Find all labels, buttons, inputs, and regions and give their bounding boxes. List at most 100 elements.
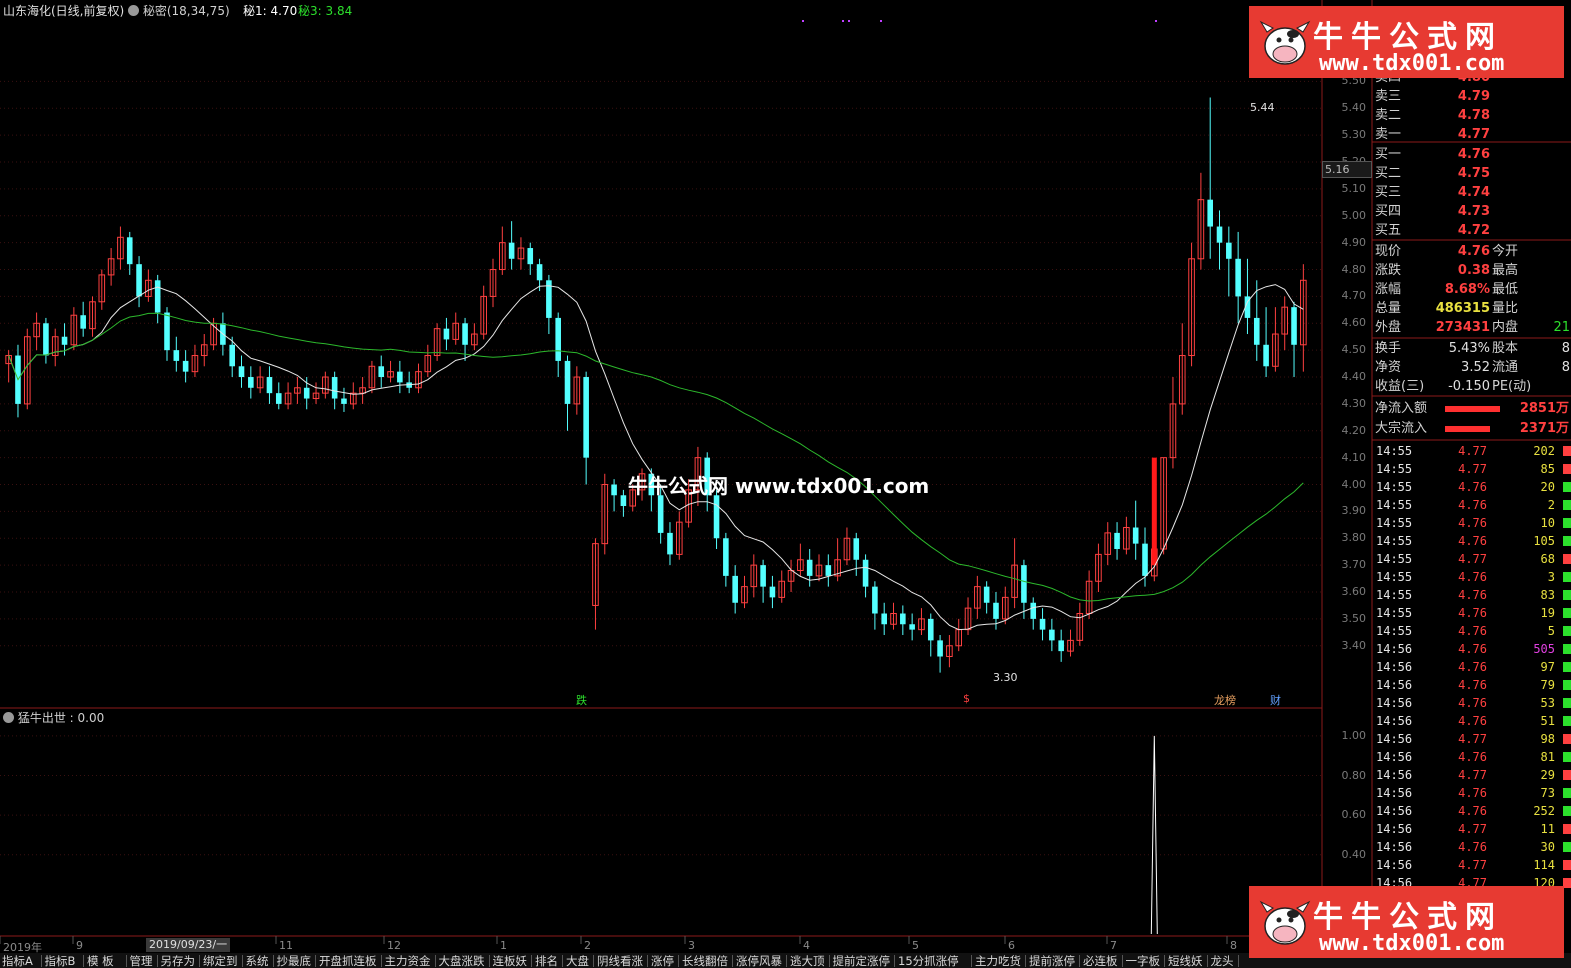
tick-row: 14:56 4.76 97 xyxy=(1376,658,1571,676)
tick-price: 4.76 xyxy=(1458,660,1487,674)
tick-time: 14:55 xyxy=(1376,498,1413,512)
event-marker-die[interactable]: 跌 xyxy=(576,692,587,708)
date-tick-label: 1 xyxy=(500,939,507,952)
candle-body xyxy=(126,237,133,265)
formula-tab[interactable]: 必连板 xyxy=(1083,954,1118,968)
stat-label: 净资 xyxy=(1375,360,1402,375)
tick-direction-icon xyxy=(1563,860,1571,870)
quote-label-2: 量比 xyxy=(1492,301,1519,316)
tick-volume: 20 xyxy=(1540,480,1555,494)
tab-separator xyxy=(1164,955,1165,967)
stat-row: 换手 5.43% 股本 8 xyxy=(1375,340,1571,358)
tick-time: 14:56 xyxy=(1376,696,1413,710)
tick-time: 14:56 xyxy=(1376,822,1413,836)
formula-tab[interactable]: 连板妖 xyxy=(493,954,528,968)
tick-row: 14:55 4.76 105 xyxy=(1376,532,1571,550)
formula-tab[interactable]: 主力吃货 xyxy=(975,954,1021,968)
formula-tab[interactable]: 排名 xyxy=(535,954,558,968)
tick-row: 14:56 4.76 51 xyxy=(1376,712,1571,730)
tick-time: 14:56 xyxy=(1376,714,1413,728)
formula-tab[interactable]: 管理 xyxy=(130,954,153,968)
brand-banner-top: 牛牛公式网 www.tdx001.com xyxy=(1249,6,1564,78)
quote-value-2: 21 xyxy=(1553,320,1570,335)
tick-time: 14:56 xyxy=(1376,732,1413,746)
tick-volume: 85 xyxy=(1540,462,1555,476)
sub-indicator-header[interactable]: 猛牛出世 : 0.00 xyxy=(3,709,104,726)
formula-tab[interactable]: 提前涨停 xyxy=(1029,954,1075,968)
candle-body xyxy=(1049,629,1055,641)
formula-tab[interactable]: 阴线看涨 xyxy=(597,954,643,968)
formula-tab[interactable]: 抄最底 xyxy=(277,954,312,968)
price-tick-label: 3.80 xyxy=(1341,531,1367,545)
bid-row: 买二 4.75 xyxy=(1375,165,1571,183)
price-tick-label: 5.40 xyxy=(1341,101,1367,115)
event-marker-bang[interactable]: 龙榜 xyxy=(1214,692,1236,708)
tab-separator xyxy=(272,955,274,967)
ask-row: 卖三 4.79 xyxy=(1375,88,1571,106)
formula-tab[interactable]: 指标B xyxy=(45,954,76,968)
formula-tab[interactable]: 大盘涨跌 xyxy=(439,954,485,968)
formula-tab[interactable]: 模 板 xyxy=(87,954,114,968)
tick-price: 4.76 xyxy=(1458,570,1487,584)
tab-separator xyxy=(199,955,200,967)
candle-body xyxy=(1216,226,1223,243)
quote-row: 涨跌 0.38 最高 xyxy=(1375,262,1571,280)
price-tick-label: 3.50 xyxy=(1341,611,1367,625)
candle-body xyxy=(657,495,664,533)
tab-separator xyxy=(1206,955,1208,967)
tick-volume: 51 xyxy=(1540,714,1555,728)
stat-label: 收益(三) xyxy=(1375,379,1425,394)
formula-tab[interactable]: 涨停风暴 xyxy=(736,954,782,968)
formula-tab[interactable]: 长线翻倍 xyxy=(682,954,728,968)
ask-price: 4.79 xyxy=(1457,89,1490,104)
sub-indicator-dropdown-icon[interactable] xyxy=(3,712,14,723)
date-tick-label: 7 xyxy=(1110,939,1117,952)
tick-row: 14:55 4.77 68 xyxy=(1376,550,1571,568)
price-tick-label: 4.20 xyxy=(1341,423,1367,437)
formula-tab[interactable]: 另存为 xyxy=(161,954,196,968)
quote-label: 现价 xyxy=(1375,244,1402,259)
formula-tab[interactable]: 涨停 xyxy=(651,954,674,968)
bid-label: 买二 xyxy=(1375,166,1402,181)
event-marker-cai[interactable]: 财 xyxy=(1270,692,1281,708)
formula-tab[interactable]: 逃大顶 xyxy=(790,954,825,968)
candle-body xyxy=(164,312,170,351)
tick-direction-icon xyxy=(1563,788,1571,798)
formula-tab[interactable]: 大盘 xyxy=(566,954,589,968)
tick-time: 14:56 xyxy=(1376,858,1413,872)
stat-value-2: 8 xyxy=(1561,360,1570,375)
formula-tab[interactable]: 15分抓涨停 xyxy=(898,954,959,968)
top-signal-dot xyxy=(842,20,844,22)
tick-row: 14:56 4.76 505 xyxy=(1376,640,1571,658)
tick-time: 14:56 xyxy=(1376,768,1413,782)
formula-tab[interactable]: 主力资金 xyxy=(385,954,431,968)
tick-row: 14:55 4.77 202 xyxy=(1376,442,1571,460)
tick-direction-icon xyxy=(1563,608,1571,618)
bid-price: 4.72 xyxy=(1457,223,1490,238)
candle-body xyxy=(443,328,450,340)
tick-direction-icon xyxy=(1563,626,1571,636)
candle-body xyxy=(43,323,49,356)
formula-tab[interactable]: 提前定涨停 xyxy=(833,954,891,968)
formula-tab[interactable]: 系统 xyxy=(246,954,269,968)
stat-label: 换手 xyxy=(1375,341,1402,356)
tick-price: 4.76 xyxy=(1458,624,1487,638)
candle-body xyxy=(154,280,161,313)
tick-price: 4.76 xyxy=(1458,786,1487,800)
top-signal-dot xyxy=(880,20,882,22)
quote-value: 4.76 xyxy=(1457,244,1490,259)
formula-tab[interactable]: 开盘抓连板 xyxy=(319,954,377,968)
flow-value: 2851万 xyxy=(1519,401,1569,416)
formula-tab[interactable]: 绑定到 xyxy=(203,954,238,968)
tick-direction-icon xyxy=(1563,680,1571,690)
tick-row: 14:55 4.76 5 xyxy=(1376,622,1571,640)
formula-tab[interactable]: 短线妖 xyxy=(1168,954,1203,968)
current-price-marker: 5.16 xyxy=(1322,161,1372,178)
formula-tab[interactable]: 一字板 xyxy=(1126,954,1161,968)
formula-tab[interactable]: 指标A xyxy=(2,954,33,968)
stat-label-2: PE(动) xyxy=(1492,379,1532,394)
event-marker-dollar[interactable]: $ xyxy=(963,692,970,705)
quote-label: 外盘 xyxy=(1375,320,1402,335)
formula-tab[interactable]: 龙头 xyxy=(1211,954,1234,968)
price-tick-label: 5.10 xyxy=(1341,181,1367,195)
